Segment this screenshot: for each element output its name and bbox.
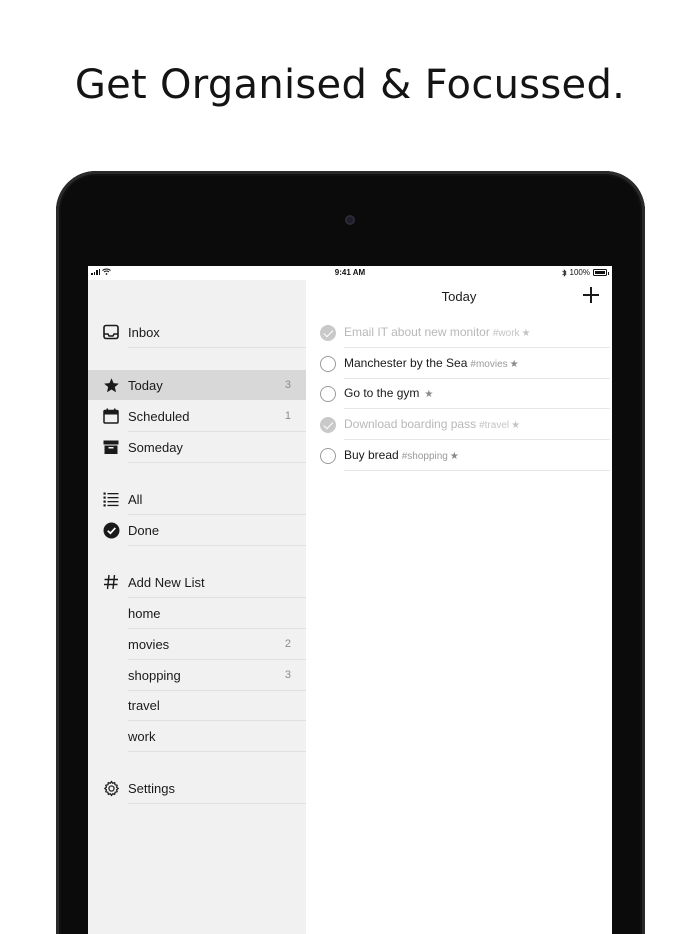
sidebar-item-list-home[interactable]: home [88, 598, 306, 628]
sidebar-item-someday[interactable]: Someday [88, 432, 306, 462]
task-title: Manchester by the Sea [344, 356, 468, 370]
sidebar-item-label: Scheduled [128, 408, 190, 424]
task-text: Go to the gym ★ [344, 386, 433, 400]
checkbox-checked-icon[interactable] [320, 417, 336, 433]
list-label: movies [128, 636, 170, 652]
star-icon [102, 376, 120, 394]
sidebar-item-list-movies[interactable]: movies 2 [88, 629, 306, 659]
task-title: Go to the gym [344, 386, 420, 400]
sidebar-item-label: All [128, 491, 143, 507]
star-icon: ★ [509, 359, 519, 370]
task-row[interactable]: Go to the gym ★ [306, 379, 612, 409]
add-task-button[interactable] [582, 286, 600, 304]
star-icon: ★ [511, 420, 521, 431]
task-title: Email IT about new monitor [344, 325, 490, 339]
status-right: 100% [561, 268, 609, 277]
hash-icon [102, 573, 120, 591]
sidebar-item-label: Add New List [128, 574, 205, 590]
sidebar-item-label: Inbox [128, 324, 160, 340]
star-icon: ★ [424, 389, 434, 400]
task-tag: #shopping [401, 451, 448, 462]
sidebar-item-list-shopping[interactable]: shopping 3 [88, 660, 306, 690]
add-new-list-button[interactable]: Add New List [88, 567, 306, 597]
task-title: Buy bread [344, 448, 399, 462]
divider [344, 470, 610, 471]
sidebar-item-settings[interactable]: Settings [88, 773, 306, 803]
item-count: 1 [284, 410, 291, 422]
sidebar-item-today[interactable]: Today 3 [88, 370, 306, 400]
sidebar-item-done[interactable]: Done [88, 515, 306, 545]
sidebar-item-label: Someday [128, 439, 183, 455]
task-tag: #travel [479, 420, 510, 431]
task-pane: Today Email IT about new monitor #work ★ M… [306, 280, 612, 934]
divider [128, 751, 306, 752]
list-label: shopping [128, 667, 181, 683]
headline: Get Organised & Focussed. [74, 62, 626, 108]
checkbox-icon[interactable] [320, 386, 336, 402]
calendar-icon [102, 407, 120, 425]
task-row[interactable]: Download boarding pass #travel ★ [306, 410, 612, 440]
sidebar-item-all[interactable]: All [88, 484, 306, 514]
sidebar-item-label: Done [128, 522, 160, 538]
task-text: Email IT about new monitor #work ★ [344, 325, 531, 339]
item-count: 2 [284, 638, 291, 650]
status-bar: 9:41 AM 100% [88, 266, 612, 280]
item-count: 3 [284, 669, 291, 681]
checkbox-icon[interactable] [320, 448, 336, 464]
camera-icon [345, 215, 355, 225]
sidebar-item-inbox[interactable]: Inbox [88, 317, 306, 347]
divider [344, 439, 610, 440]
status-time: 9:41 AM [334, 268, 366, 277]
app-screen: 9:41 AM 100% Inbox Today 3 Scheduled 1 S… [88, 266, 612, 934]
item-count: 3 [284, 379, 291, 391]
task-row[interactable]: Buy bread #shopping ★ [306, 441, 612, 471]
bluetooth-icon [561, 268, 567, 277]
sidebar-item-scheduled[interactable]: Scheduled 1 [88, 401, 306, 431]
star-icon: ★ [449, 451, 459, 462]
task-row[interactable]: Email IT about new monitor #work ★ [306, 318, 612, 348]
task-row[interactable]: Manchester by the Sea #movies ★ [306, 349, 612, 379]
sidebar-item-list-work[interactable]: work [88, 721, 306, 751]
divider [128, 347, 306, 348]
divider [128, 462, 306, 463]
sidebar-item-label: Settings [128, 780, 175, 796]
page-title: Today [441, 289, 477, 304]
sidebar-item-label: Today [128, 377, 163, 393]
divider [128, 803, 306, 804]
task-text: Buy bread #shopping ★ [344, 448, 459, 462]
checkbox-checked-icon[interactable] [320, 325, 336, 341]
tray-icon [102, 323, 120, 341]
task-tag: #work [492, 328, 520, 339]
check-circle-icon [102, 521, 120, 539]
battery-percent: 100% [569, 268, 590, 277]
list-label: travel [128, 697, 160, 713]
battery-icon [593, 269, 609, 276]
task-title: Download boarding pass [344, 417, 477, 431]
sidebar-item-list-travel[interactable]: travel [88, 690, 306, 720]
task-text: Download boarding pass #travel ★ [344, 417, 520, 431]
checkbox-icon[interactable] [320, 356, 336, 372]
task-tag: #movies [470, 359, 508, 370]
gear-icon [102, 779, 120, 797]
list-icon [102, 490, 120, 508]
divider [128, 545, 306, 546]
star-icon: ★ [521, 328, 531, 339]
sidebar: Inbox Today 3 Scheduled 1 Someday All Do… [88, 280, 306, 934]
archive-box-icon [102, 438, 120, 456]
divider [344, 347, 610, 348]
list-label: work [128, 728, 156, 744]
list-label: home [128, 605, 161, 621]
task-text: Manchester by the Sea #movies ★ [344, 356, 519, 370]
divider [344, 408, 610, 409]
